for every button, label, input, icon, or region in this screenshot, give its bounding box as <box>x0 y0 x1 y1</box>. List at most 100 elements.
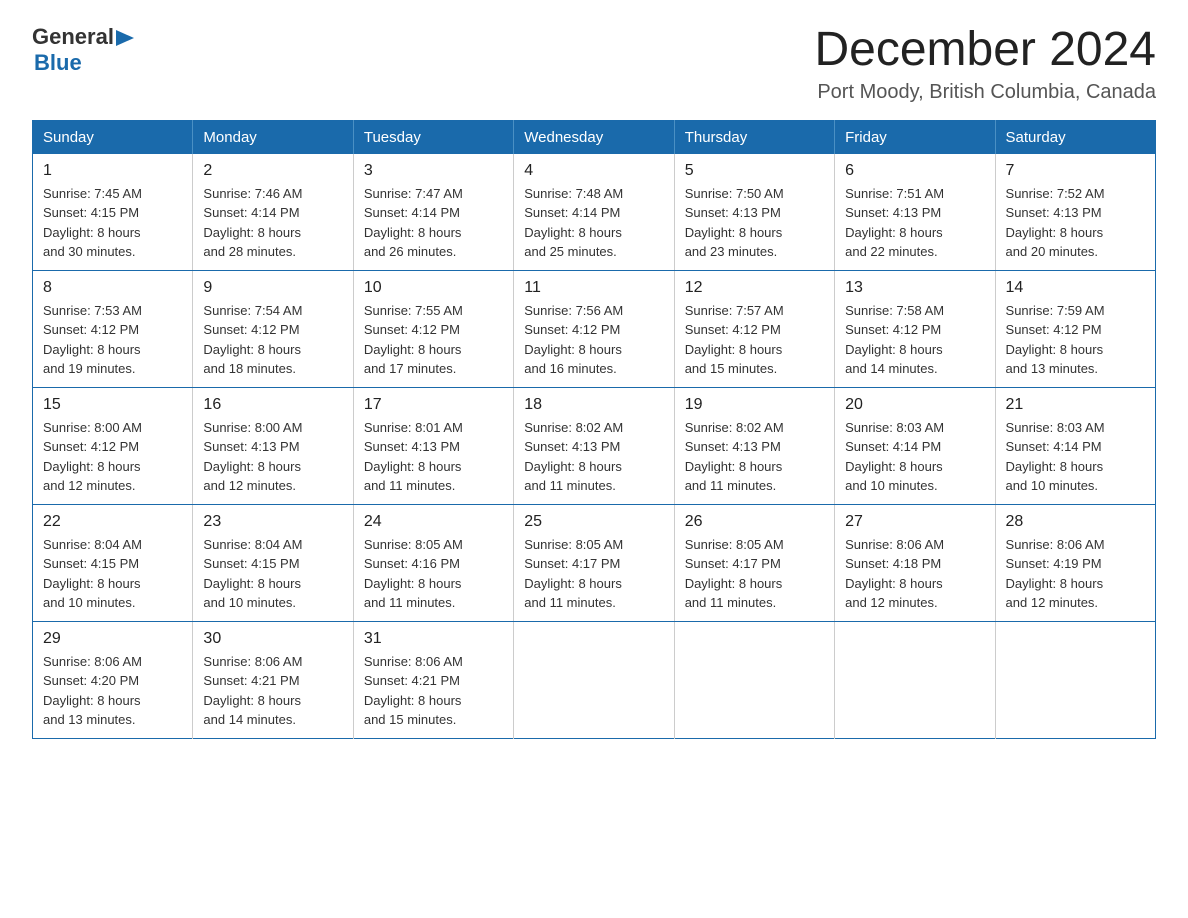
calendar-week-row: 15 Sunrise: 8:00 AMSunset: 4:12 PMDaylig… <box>33 387 1156 504</box>
calendar-day-cell: 26 Sunrise: 8:05 AMSunset: 4:17 PMDaylig… <box>674 504 834 621</box>
day-number: 23 <box>203 513 342 531</box>
day-number: 10 <box>364 279 503 297</box>
day-info: Sunrise: 8:06 AMSunset: 4:20 PMDaylight:… <box>43 654 142 728</box>
day-number: 7 <box>1006 162 1145 180</box>
calendar-day-cell: 2 Sunrise: 7:46 AMSunset: 4:14 PMDayligh… <box>193 154 353 271</box>
day-info: Sunrise: 8:00 AMSunset: 4:13 PMDaylight:… <box>203 420 302 494</box>
calendar-day-cell: 25 Sunrise: 8:05 AMSunset: 4:17 PMDaylig… <box>514 504 674 621</box>
calendar-day-cell: 22 Sunrise: 8:04 AMSunset: 4:15 PMDaylig… <box>33 504 193 621</box>
day-info: Sunrise: 8:04 AMSunset: 4:15 PMDaylight:… <box>43 537 142 611</box>
calendar-day-cell: 27 Sunrise: 8:06 AMSunset: 4:18 PMDaylig… <box>835 504 995 621</box>
day-info: Sunrise: 7:56 AMSunset: 4:12 PMDaylight:… <box>524 303 623 377</box>
calendar-day-cell: 30 Sunrise: 8:06 AMSunset: 4:21 PMDaylig… <box>193 621 353 738</box>
day-number: 24 <box>364 513 503 531</box>
day-number: 16 <box>203 396 342 414</box>
calendar-day-cell: 17 Sunrise: 8:01 AMSunset: 4:13 PMDaylig… <box>353 387 513 504</box>
location-subtitle: Port Moody, British Columbia, Canada <box>814 81 1156 104</box>
day-number: 11 <box>524 279 663 297</box>
logo-arrow-icon <box>116 27 134 49</box>
calendar-day-cell: 9 Sunrise: 7:54 AMSunset: 4:12 PMDayligh… <box>193 270 353 387</box>
day-number: 1 <box>43 162 182 180</box>
calendar-day-cell: 11 Sunrise: 7:56 AMSunset: 4:12 PMDaylig… <box>514 270 674 387</box>
day-info: Sunrise: 8:06 AMSunset: 4:18 PMDaylight:… <box>845 537 944 611</box>
calendar-day-cell: 24 Sunrise: 8:05 AMSunset: 4:16 PMDaylig… <box>353 504 513 621</box>
day-info: Sunrise: 7:58 AMSunset: 4:12 PMDaylight:… <box>845 303 944 377</box>
logo: General Blue <box>32 24 134 76</box>
day-info: Sunrise: 7:47 AMSunset: 4:14 PMDaylight:… <box>364 186 463 260</box>
calendar-day-cell: 23 Sunrise: 8:04 AMSunset: 4:15 PMDaylig… <box>193 504 353 621</box>
title-block: December 2024 Port Moody, British Columb… <box>814 24 1156 104</box>
day-of-week-header: Friday <box>835 120 995 154</box>
logo-blue-text: Blue <box>34 50 82 76</box>
calendar-week-row: 8 Sunrise: 7:53 AMSunset: 4:12 PMDayligh… <box>33 270 1156 387</box>
day-number: 13 <box>845 279 984 297</box>
day-info: Sunrise: 8:06 AMSunset: 4:21 PMDaylight:… <box>364 654 463 728</box>
calendar-day-cell: 16 Sunrise: 8:00 AMSunset: 4:13 PMDaylig… <box>193 387 353 504</box>
calendar-day-cell <box>835 621 995 738</box>
day-number: 14 <box>1006 279 1145 297</box>
day-info: Sunrise: 8:03 AMSunset: 4:14 PMDaylight:… <box>1006 420 1105 494</box>
day-info: Sunrise: 8:01 AMSunset: 4:13 PMDaylight:… <box>364 420 463 494</box>
calendar-day-cell: 4 Sunrise: 7:48 AMSunset: 4:14 PMDayligh… <box>514 154 674 271</box>
day-number: 28 <box>1006 513 1145 531</box>
day-number: 3 <box>364 162 503 180</box>
calendar-day-cell: 12 Sunrise: 7:57 AMSunset: 4:12 PMDaylig… <box>674 270 834 387</box>
calendar-day-cell: 3 Sunrise: 7:47 AMSunset: 4:14 PMDayligh… <box>353 154 513 271</box>
day-number: 31 <box>364 630 503 648</box>
day-number: 20 <box>845 396 984 414</box>
calendar-day-cell <box>995 621 1155 738</box>
day-of-week-header: Tuesday <box>353 120 513 154</box>
calendar-day-cell: 1 Sunrise: 7:45 AMSunset: 4:15 PMDayligh… <box>33 154 193 271</box>
day-number: 8 <box>43 279 182 297</box>
calendar-day-cell: 13 Sunrise: 7:58 AMSunset: 4:12 PMDaylig… <box>835 270 995 387</box>
calendar-day-cell: 14 Sunrise: 7:59 AMSunset: 4:12 PMDaylig… <box>995 270 1155 387</box>
day-info: Sunrise: 7:45 AMSunset: 4:15 PMDaylight:… <box>43 186 142 260</box>
day-number: 9 <box>203 279 342 297</box>
day-number: 17 <box>364 396 503 414</box>
day-info: Sunrise: 7:59 AMSunset: 4:12 PMDaylight:… <box>1006 303 1105 377</box>
calendar-week-row: 29 Sunrise: 8:06 AMSunset: 4:20 PMDaylig… <box>33 621 1156 738</box>
day-info: Sunrise: 8:04 AMSunset: 4:15 PMDaylight:… <box>203 537 302 611</box>
logo-general-text: General <box>32 24 114 50</box>
calendar-day-cell: 29 Sunrise: 8:06 AMSunset: 4:20 PMDaylig… <box>33 621 193 738</box>
day-info: Sunrise: 7:54 AMSunset: 4:12 PMDaylight:… <box>203 303 302 377</box>
day-info: Sunrise: 8:00 AMSunset: 4:12 PMDaylight:… <box>43 420 142 494</box>
calendar-day-cell: 31 Sunrise: 8:06 AMSunset: 4:21 PMDaylig… <box>353 621 513 738</box>
day-info: Sunrise: 7:55 AMSunset: 4:12 PMDaylight:… <box>364 303 463 377</box>
day-info: Sunrise: 8:05 AMSunset: 4:16 PMDaylight:… <box>364 537 463 611</box>
day-info: Sunrise: 8:02 AMSunset: 4:13 PMDaylight:… <box>685 420 784 494</box>
day-of-week-header: Wednesday <box>514 120 674 154</box>
calendar-week-row: 22 Sunrise: 8:04 AMSunset: 4:15 PMDaylig… <box>33 504 1156 621</box>
day-info: Sunrise: 8:06 AMSunset: 4:21 PMDaylight:… <box>203 654 302 728</box>
month-title: December 2024 <box>814 24 1156 77</box>
day-number: 21 <box>1006 396 1145 414</box>
calendar-header-row: SundayMondayTuesdayWednesdayThursdayFrid… <box>33 120 1156 154</box>
day-number: 30 <box>203 630 342 648</box>
day-number: 12 <box>685 279 824 297</box>
day-info: Sunrise: 8:05 AMSunset: 4:17 PMDaylight:… <box>524 537 623 611</box>
calendar-day-cell: 15 Sunrise: 8:00 AMSunset: 4:12 PMDaylig… <box>33 387 193 504</box>
calendar-day-cell: 20 Sunrise: 8:03 AMSunset: 4:14 PMDaylig… <box>835 387 995 504</box>
calendar-day-cell <box>674 621 834 738</box>
day-of-week-header: Saturday <box>995 120 1155 154</box>
day-number: 2 <box>203 162 342 180</box>
day-info: Sunrise: 7:48 AMSunset: 4:14 PMDaylight:… <box>524 186 623 260</box>
calendar-day-cell: 21 Sunrise: 8:03 AMSunset: 4:14 PMDaylig… <box>995 387 1155 504</box>
day-info: Sunrise: 8:05 AMSunset: 4:17 PMDaylight:… <box>685 537 784 611</box>
day-info: Sunrise: 7:57 AMSunset: 4:12 PMDaylight:… <box>685 303 784 377</box>
calendar-day-cell: 5 Sunrise: 7:50 AMSunset: 4:13 PMDayligh… <box>674 154 834 271</box>
day-info: Sunrise: 7:50 AMSunset: 4:13 PMDaylight:… <box>685 186 784 260</box>
day-number: 6 <box>845 162 984 180</box>
day-number: 29 <box>43 630 182 648</box>
day-info: Sunrise: 8:06 AMSunset: 4:19 PMDaylight:… <box>1006 537 1105 611</box>
day-number: 15 <box>43 396 182 414</box>
calendar-day-cell: 10 Sunrise: 7:55 AMSunset: 4:12 PMDaylig… <box>353 270 513 387</box>
day-number: 22 <box>43 513 182 531</box>
day-number: 18 <box>524 396 663 414</box>
day-info: Sunrise: 7:53 AMSunset: 4:12 PMDaylight:… <box>43 303 142 377</box>
calendar-day-cell <box>514 621 674 738</box>
calendar-day-cell: 8 Sunrise: 7:53 AMSunset: 4:12 PMDayligh… <box>33 270 193 387</box>
day-info: Sunrise: 8:02 AMSunset: 4:13 PMDaylight:… <box>524 420 623 494</box>
calendar-day-cell: 18 Sunrise: 8:02 AMSunset: 4:13 PMDaylig… <box>514 387 674 504</box>
calendar-day-cell: 7 Sunrise: 7:52 AMSunset: 4:13 PMDayligh… <box>995 154 1155 271</box>
